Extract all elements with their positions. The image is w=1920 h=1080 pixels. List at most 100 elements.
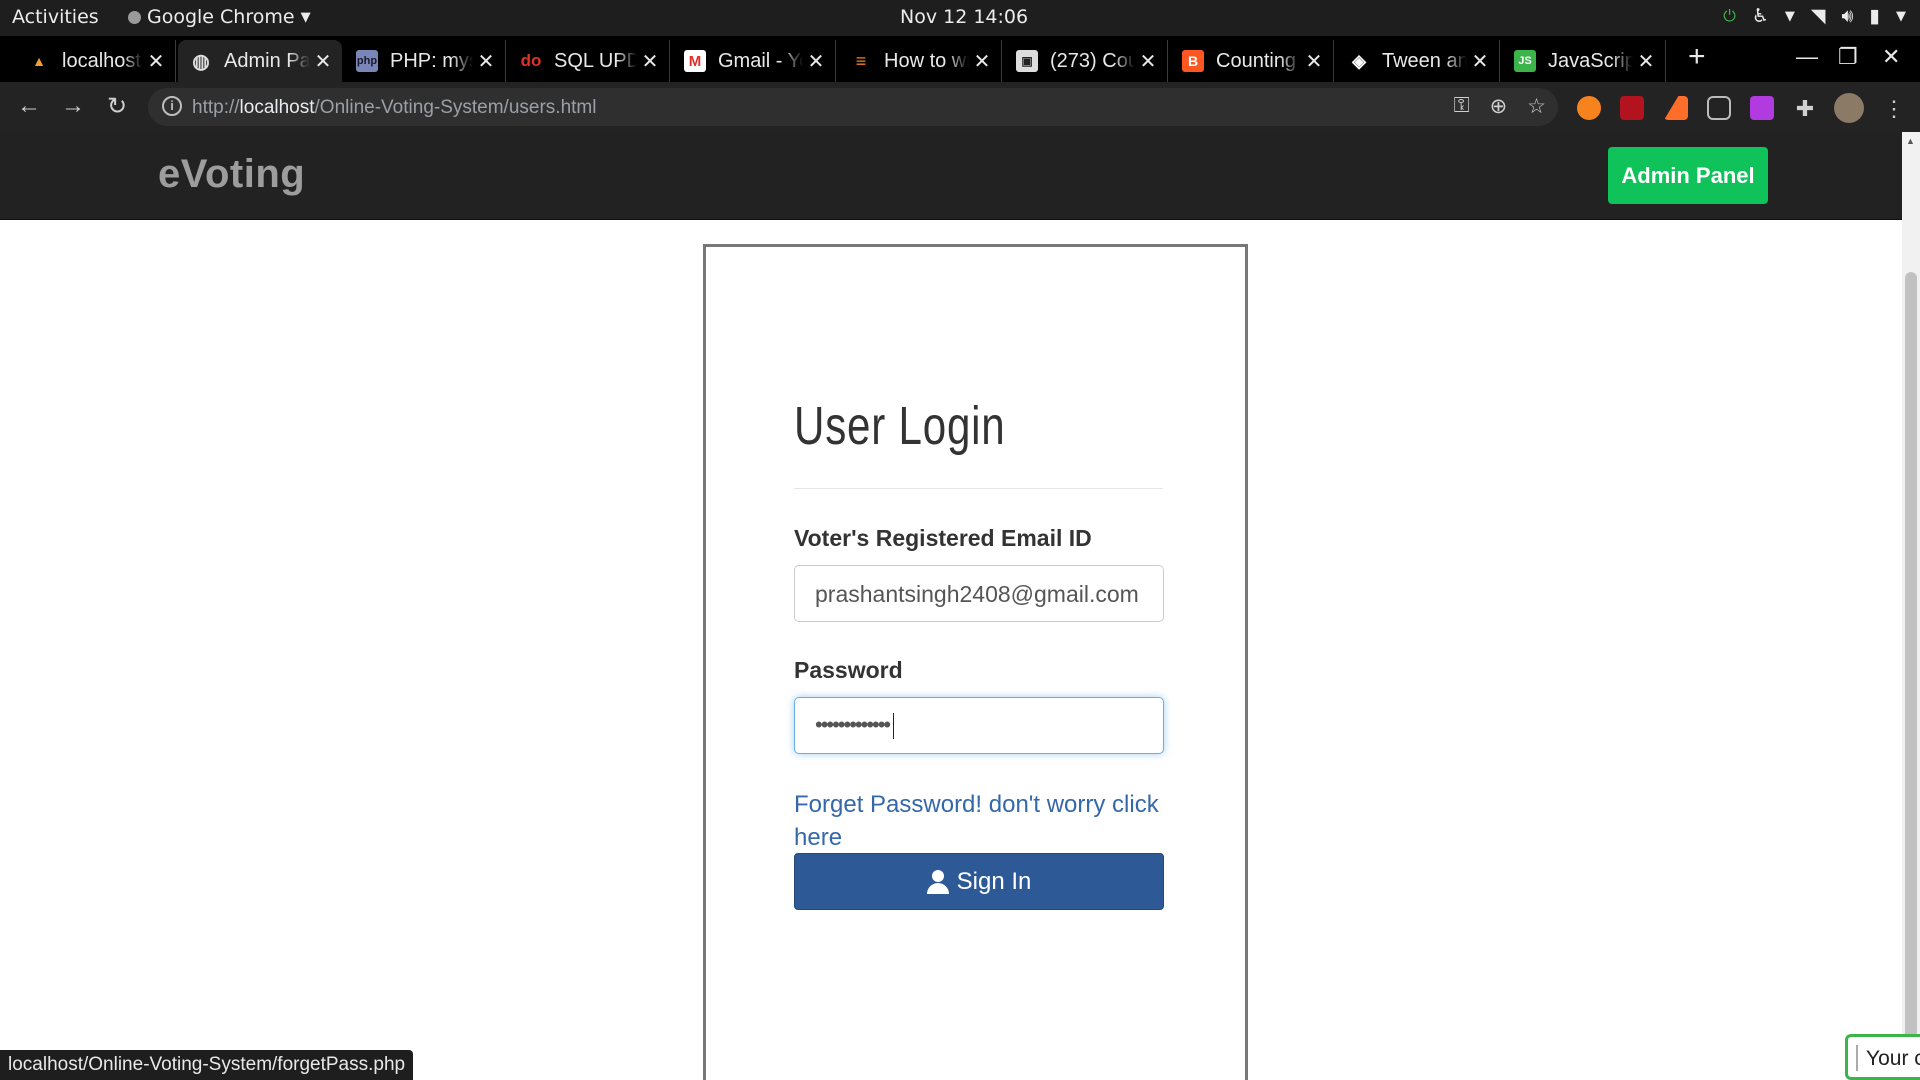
password-field[interactable]: ••••••••••••• — [794, 697, 1164, 754]
divider — [794, 488, 1163, 489]
sign-in-label: Sign In — [956, 867, 1032, 895]
close-icon[interactable]: ✕ — [310, 49, 336, 74]
update-icon: ⏻ — [1723, 6, 1736, 25]
extension-icon[interactable] — [1577, 96, 1601, 120]
close-icon[interactable]: ✕ — [1135, 49, 1161, 74]
url-prefix: http:// — [192, 97, 240, 118]
password-mask: ••••••••••••• — [815, 712, 891, 737]
tab-strip: ▲ localhost ✕ ◍ Admin Panel ✕ php PHP: m… — [0, 36, 1920, 82]
close-icon[interactable]: ✕ — [1467, 49, 1493, 74]
tab-counting-up[interactable]: B Counting Up ✕ — [1170, 40, 1334, 82]
site-brand[interactable]: eVoting — [158, 152, 305, 197]
puzzle-icon[interactable]: ✚ — [1793, 96, 1817, 121]
battery-icon: ▮ — [1869, 5, 1880, 27]
stackoverflow-icon: ≡ — [855, 50, 867, 71]
tab-localhost[interactable]: ▲ localhost ✕ — [16, 40, 176, 82]
image-icon: ▣ — [1016, 50, 1038, 72]
sign-in-button[interactable]: Sign In — [794, 853, 1164, 910]
tab-title: (273) Count — [1050, 49, 1135, 72]
pocket-icon[interactable] — [1707, 96, 1731, 120]
tab-title: Gmail - Your — [718, 49, 803, 72]
scroll-up-icon[interactable]: ▲ — [1906, 136, 1915, 146]
tab-sql-update[interactable]: do SQL UPDATE ✕ — [508, 40, 670, 82]
login-card: User Login Voter's Registered Email ID p… — [703, 244, 1248, 1080]
tab-php-mysqli[interactable]: php PHP: mysqli ✕ — [344, 40, 506, 82]
forgot-password-link[interactable]: Forget Password! don't worry click here — [794, 788, 1164, 854]
activities-button[interactable]: Activities — [12, 6, 99, 28]
app-menu[interactable]: Google Chrome ▼ — [128, 6, 311, 28]
admin-panel-button[interactable]: Admin Panel — [1608, 147, 1768, 204]
codepen-icon: ◈ — [1352, 50, 1366, 71]
text-caret — [893, 713, 895, 740]
tab-title: Admin Panel — [224, 49, 310, 72]
chevron-down-icon: ▼ — [1784, 8, 1795, 24]
address-url[interactable]: http://localhost/Online-Voting-System/us… — [192, 97, 596, 119]
tab-javascript[interactable]: JS JavaScript ✕ — [1502, 40, 1666, 82]
zoom-icon[interactable]: ⊕ — [1490, 94, 1508, 119]
tab-title: SQL UPDATE — [554, 49, 637, 72]
blogger-icon: B — [1182, 50, 1204, 72]
close-icon[interactable]: ✕ — [969, 49, 995, 74]
tab-title: localhost — [62, 49, 141, 72]
globe-icon: ◍ — [192, 50, 210, 73]
tab-title: Tween and — [1382, 49, 1467, 72]
scrollbar-thumb[interactable] — [1905, 272, 1917, 1080]
email-field[interactable]: prashantsingh2408@gmail.com — [794, 565, 1164, 622]
chevron-down-icon: ▼ — [1896, 8, 1906, 24]
wifi-icon: ◥ — [1810, 5, 1826, 27]
tab-title: How to write — [884, 49, 969, 72]
site-navbar: eVoting Admin Panel — [0, 132, 1902, 220]
volume-icon: 🔊︎ — [1841, 5, 1854, 27]
info-icon[interactable]: i — [162, 96, 182, 116]
clock[interactable]: Nov 12 14:06 — [900, 6, 1028, 28]
close-window-button[interactable]: ✕ — [1882, 44, 1900, 70]
new-tab-button[interactable]: + — [1688, 40, 1706, 74]
menu-icon[interactable]: ⋮ — [1882, 96, 1906, 121]
key-icon[interactable]: ⚿ — [1454, 94, 1470, 119]
reload-button[interactable]: ↻ — [102, 92, 132, 121]
close-icon[interactable]: ✕ — [803, 49, 829, 74]
gmail-icon: M — [684, 50, 706, 72]
close-icon[interactable]: ✕ — [143, 49, 169, 74]
onenote-icon[interactable] — [1750, 96, 1774, 120]
tab-count[interactable]: ▣ (273) Count ✕ — [1004, 40, 1168, 82]
app-menu-label: Google Chrome — [147, 6, 295, 28]
close-icon[interactable]: ✕ — [1301, 49, 1327, 74]
do-icon: do — [520, 51, 542, 70]
system-top-bar: Activities Google Chrome ▼ Nov 12 14:06 … — [0, 0, 1920, 36]
star-icon[interactable]: ☆ — [1527, 94, 1546, 119]
tab-gmail[interactable]: M Gmail - Your ✕ — [672, 40, 836, 82]
tab-admin-panel[interactable]: ◍ Admin Panel ✕ — [178, 40, 342, 82]
avatar[interactable] — [1834, 93, 1864, 123]
tab-title: Counting Up — [1216, 49, 1301, 72]
page-title: User Login — [794, 396, 1006, 456]
system-tray[interactable]: ⏻ ♿︎ ▼ ◥ 🔊︎ ▮ ▼ — [1723, 5, 1906, 27]
user-icon — [926, 869, 949, 894]
back-button[interactable]: ← — [14, 92, 44, 120]
tab-how-to-write[interactable]: ≡ How to write ✕ — [838, 40, 1002, 82]
close-icon[interactable]: ✕ — [1633, 49, 1659, 74]
php-icon: php — [356, 50, 378, 72]
minimize-button[interactable]: — — [1796, 44, 1818, 70]
email-value: prashantsingh2408@gmail.com — [815, 581, 1139, 607]
page-scrollbar[interactable]: ▲ — [1902, 132, 1920, 1080]
page-viewport: eVoting Admin Panel User Login Voter's R… — [0, 132, 1920, 1080]
chrome-icon — [128, 10, 141, 24]
tab-tween[interactable]: ◈ Tween and ✕ — [1336, 40, 1500, 82]
email-label: Voter's Registered Email ID — [794, 525, 1092, 551]
close-icon[interactable]: ✕ — [637, 49, 663, 74]
tab-title: PHP: mysqli — [390, 49, 473, 72]
extension-icon[interactable] — [1620, 96, 1644, 120]
status-bubble: localhost/Online-Voting-System/forgetPas… — [0, 1050, 414, 1080]
forward-button[interactable]: → — [58, 92, 88, 120]
chevron-down-icon: ▼ — [300, 9, 311, 25]
close-icon[interactable]: ✕ — [473, 49, 499, 74]
tab-title: JavaScript — [1548, 49, 1633, 72]
xampp-icon: ▲ — [32, 53, 46, 69]
url-host: localhost — [239, 97, 315, 118]
notification-toast[interactable]: Your c — [1845, 1034, 1920, 1080]
restore-button[interactable]: ❐ — [1838, 44, 1858, 70]
omnibox-actions: ⚿ ⊕ ☆ — [1454, 94, 1546, 119]
accessibility-icon: ♿︎ — [1751, 5, 1769, 27]
address-bar[interactable]: i http://localhost/Online-Voting-System/… — [148, 88, 1558, 126]
